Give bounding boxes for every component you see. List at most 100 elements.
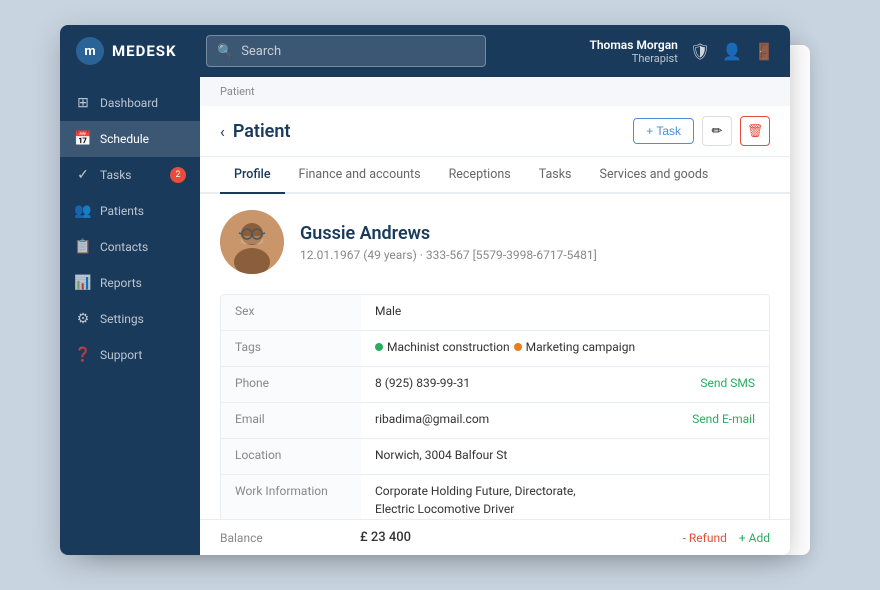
sidebar-item-tasks[interactable]: ✓ Tasks 2 bbox=[60, 157, 200, 193]
label-tags: Tags bbox=[221, 331, 361, 366]
patient-title-area: ‹ Patient bbox=[220, 121, 290, 142]
tag-dot-green bbox=[375, 343, 383, 351]
delete-icon: 🗑 bbox=[747, 124, 764, 139]
refund-button[interactable]: - Refund bbox=[683, 531, 727, 545]
page-title: Patient bbox=[233, 121, 291, 142]
patient-info-header: Gussie Andrews 12.01.1967 (49 years) · 3… bbox=[220, 210, 770, 274]
balance-value: £ 23 400 bbox=[360, 530, 683, 545]
topbar: m MEDESK 🔍 Search Thomas Morgan Therapis… bbox=[60, 25, 790, 77]
send-email-button[interactable]: Send E-mail bbox=[692, 412, 755, 426]
content-panel: Patient ‹ Patient + Task ✏ 🗑 bbox=[200, 77, 790, 555]
info-row-location: Location Norwich, 3004 Balfour St bbox=[221, 439, 769, 475]
edit-button[interactable]: ✏ bbox=[702, 116, 732, 146]
support-icon: ❓ bbox=[74, 347, 92, 363]
info-row-work: Work Information Corporate Holding Futur… bbox=[221, 475, 769, 519]
logo-text: MEDESK bbox=[112, 42, 177, 60]
value-phone: 8 (925) 839-99-31 Send SMS bbox=[361, 367, 769, 402]
tab-tasks[interactable]: Tasks bbox=[525, 157, 586, 194]
label-location: Location bbox=[221, 439, 361, 474]
search-icon: 🔍 bbox=[217, 44, 233, 59]
add-task-button[interactable]: + Task bbox=[633, 118, 694, 144]
header-actions: + Task ✏ 🗑 bbox=[633, 116, 770, 146]
patients-icon: 👥 bbox=[74, 203, 92, 219]
user-circle-icon[interactable]: 👤 bbox=[722, 42, 742, 61]
tasks-badge: 2 bbox=[170, 167, 186, 183]
sidebar-label-patients: Patients bbox=[100, 204, 144, 218]
sidebar-label-tasks: Tasks bbox=[100, 168, 132, 182]
tag-label-machinist: Machinist construction bbox=[387, 340, 510, 354]
sidebar-label-dashboard: Dashboard bbox=[100, 96, 158, 110]
logo-icon: m bbox=[76, 37, 104, 65]
value-tags: Machinist construction Marketing campaig… bbox=[361, 331, 769, 366]
info-row-email: Email ribadima@gmail.com Send E-mail bbox=[221, 403, 769, 439]
tab-finance[interactable]: Finance and accounts bbox=[285, 157, 435, 194]
dashboard-icon: ⊞ bbox=[74, 95, 92, 111]
search-bar[interactable]: 🔍 Search bbox=[206, 35, 486, 67]
shield-icon[interactable]: 🛡 bbox=[690, 42, 710, 61]
add-payment-button[interactable]: + Add bbox=[739, 531, 770, 545]
value-location: Norwich, 3004 Balfour St bbox=[361, 439, 769, 474]
patient-meta: 12.01.1967 (49 years) · 333-567 [5579-39… bbox=[300, 248, 597, 262]
value-email: ribadima@gmail.com Send E-mail bbox=[361, 403, 769, 438]
sidebar-label-reports: Reports bbox=[100, 276, 142, 290]
sidebar-label-settings: Settings bbox=[100, 312, 144, 326]
tasks-icon: ✓ bbox=[74, 167, 92, 183]
sidebar-item-dashboard[interactable]: ⊞ Dashboard bbox=[60, 85, 200, 121]
sidebar-item-support[interactable]: ❓ Support bbox=[60, 337, 200, 373]
user-info: Thomas Morgan Therapist bbox=[589, 38, 677, 65]
value-sex: Male bbox=[361, 295, 769, 330]
profile-content: Gussie Andrews 12.01.1967 (49 years) · 3… bbox=[200, 194, 790, 519]
edit-icon: ✏ bbox=[712, 124, 723, 139]
delete-button[interactable]: 🗑 bbox=[740, 116, 770, 146]
user-name: Thomas Morgan bbox=[589, 38, 677, 52]
patient-name-block: Gussie Andrews 12.01.1967 (49 years) · 3… bbox=[300, 223, 597, 262]
info-row-phone: Phone 8 (925) 839-99-31 Send SMS bbox=[221, 367, 769, 403]
sidebar: ⊞ Dashboard 📅 Schedule ✓ Tasks 2 👥 Patie… bbox=[60, 77, 200, 555]
info-table: Sex Male Tags Machinist construction bbox=[220, 294, 770, 519]
sidebar-item-schedule[interactable]: 📅 Schedule bbox=[60, 121, 200, 157]
settings-icon: ⚙ bbox=[74, 311, 92, 327]
app-window: m MEDESK 🔍 Search Thomas Morgan Therapis… bbox=[60, 25, 790, 555]
breadcrumb: Patient bbox=[200, 77, 790, 106]
value-work: Corporate Holding Future, Directorate, E… bbox=[361, 475, 769, 519]
sidebar-item-patients[interactable]: 👥 Patients bbox=[60, 193, 200, 229]
email-address: ribadima@gmail.com bbox=[375, 412, 489, 426]
tabs: Profile Finance and accounts Receptions … bbox=[200, 157, 790, 194]
patient-header: ‹ Patient + Task ✏ 🗑 bbox=[200, 106, 790, 157]
send-sms-button[interactable]: Send SMS bbox=[700, 376, 755, 390]
sidebar-item-contacts[interactable]: 📋 Contacts bbox=[60, 229, 200, 265]
logo-area: m MEDESK bbox=[76, 37, 206, 65]
tag-machinist: Machinist construction bbox=[375, 340, 510, 354]
balance-label: Balance bbox=[220, 531, 360, 545]
info-row-tags: Tags Machinist construction Marketing ca… bbox=[221, 331, 769, 367]
work-line-1: Corporate Holding Future, Directorate, bbox=[375, 484, 576, 498]
sidebar-item-settings[interactable]: ⚙ Settings bbox=[60, 301, 200, 337]
schedule-icon: 📅 bbox=[74, 131, 92, 147]
avatar bbox=[220, 210, 284, 274]
info-row-sex: Sex Male bbox=[221, 295, 769, 331]
label-sex: Sex bbox=[221, 295, 361, 330]
back-button[interactable]: ‹ bbox=[220, 122, 225, 141]
work-line-2: Electric Locomotive Driver bbox=[375, 502, 514, 516]
label-phone: Phone bbox=[221, 367, 361, 402]
balance-actions: - Refund + Add bbox=[683, 531, 770, 545]
label-email: Email bbox=[221, 403, 361, 438]
sidebar-item-reports[interactable]: 📊 Reports bbox=[60, 265, 200, 301]
tag-label-marketing: Marketing campaign bbox=[526, 340, 635, 354]
tag-marketing: Marketing campaign bbox=[514, 340, 635, 354]
patient-full-name: Gussie Andrews bbox=[300, 223, 597, 244]
label-work: Work Information bbox=[221, 475, 361, 519]
sidebar-label-schedule: Schedule bbox=[100, 132, 149, 146]
reports-icon: 📊 bbox=[74, 275, 92, 291]
phone-number: 8 (925) 839-99-31 bbox=[375, 376, 470, 390]
topbar-right: Thomas Morgan Therapist 🛡 👤 🚪 bbox=[589, 38, 774, 65]
sidebar-label-support: Support bbox=[100, 348, 142, 362]
tab-receptions[interactable]: Receptions bbox=[435, 157, 525, 194]
tab-services[interactable]: Services and goods bbox=[586, 157, 723, 194]
tab-profile[interactable]: Profile bbox=[220, 157, 285, 194]
balance-bar: Balance £ 23 400 - Refund + Add bbox=[200, 519, 790, 555]
search-placeholder: Search bbox=[241, 44, 281, 59]
logout-icon[interactable]: 🚪 bbox=[754, 42, 774, 61]
contacts-icon: 📋 bbox=[74, 239, 92, 255]
user-role: Therapist bbox=[589, 52, 677, 65]
